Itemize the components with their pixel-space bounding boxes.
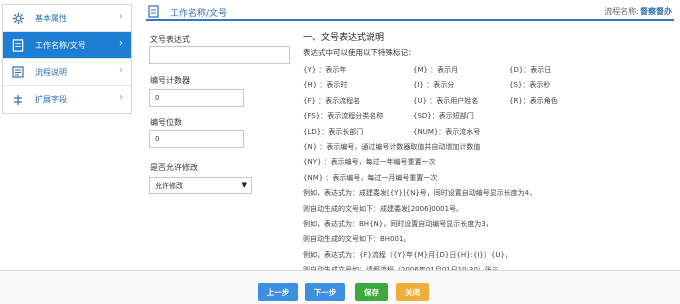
instruction-cell: {I} ：表示分 <box>413 81 455 90</box>
instruction-cell: {U} ：表示用户姓名 <box>413 96 479 105</box>
allow-edit-select[interactable]: 允许修改 ▼ <box>149 177 252 194</box>
instruction-cell: {NUM}：表示流水号 <box>413 127 481 136</box>
chevron-right-icon: › <box>119 92 123 103</box>
flow-name-display: 流程名称:督察督办 <box>604 6 672 17</box>
instruction-line: {NM} ：表示编号，每过一月编号重置一次 <box>303 173 438 182</box>
instruction-cell: {R}：表示角色 <box>509 96 558 105</box>
section-header: 工作名称/文号 流程名称:督察督办 <box>146 4 674 21</box>
split-icon <box>11 93 25 107</box>
sidebar-item-label: 工作名称/文号 <box>35 40 86 50</box>
instruction-line: 例如，表达式为：BH{N}，同时设置自动编号显示长度为3， <box>303 219 493 228</box>
chevron-right-icon: › <box>119 11 123 22</box>
sidebar: 基本属性 › 工作名称/文号 › 流程说明 › 扩展字段 › <box>2 4 132 114</box>
instruction-line: 则自动生成的文号如下：成建委发[2006]0001号。 <box>303 204 464 213</box>
prev-button[interactable]: 上一步 <box>258 283 298 301</box>
instruction-cell: {D}：表示日 <box>509 66 552 74</box>
expr-label: 文号表达式 <box>150 35 190 44</box>
instructions-heading: 一、文号表达式说明 <box>303 33 385 43</box>
doc-icon <box>148 5 159 18</box>
instruction-cell: {H} ：表示时 <box>303 81 348 90</box>
instruction-cell: {Y} ：表示年 <box>303 66 347 74</box>
flow-name-label: 流程名称: <box>604 7 639 16</box>
instruction-cell: {LD}：表示长部门 <box>303 127 364 136</box>
digits-label: 编号位数 <box>150 118 182 127</box>
instructions-panel: 一、文号表达式说明 表达式中可以使用以下特殊标记： {Y} ：表示年 {M} ：表… <box>303 30 675 278</box>
sidebar-item-label: 基本属性 <box>35 13 67 23</box>
expr-input[interactable] <box>149 46 290 64</box>
counter-label: 编号计数器 <box>150 76 190 85</box>
instruction-line: 例如，表达式为：成建委发[{Y}]{N}号，同时设置自动编号显示长度为4， <box>303 189 537 198</box>
page-title: 工作名称/文号 <box>170 9 228 19</box>
sidebar-item-basic-properties[interactable]: 基本属性 › <box>3 5 131 32</box>
sidebar-item-extension-fields[interactable]: 扩展字段 › <box>3 86 131 113</box>
instruction-line: 例如，表达式为：{F}流程（{Y}年{M}月{D}日{H}:{I}）{U}， <box>303 250 512 259</box>
flow-name-value: 督察督办 <box>640 7 672 16</box>
instruction-cell: {F} ：表示流程名 <box>303 96 361 105</box>
caret-down-icon: ▼ <box>241 181 247 189</box>
instruction-row: {Y} ：表示年 {M} ：表示月 {D}：表示日 <box>303 63 675 78</box>
instruction-cell: {FS}：表示流程分类名称 <box>303 112 384 121</box>
sidebar-item-work-name[interactable]: 工作名称/文号 › <box>3 32 131 59</box>
instruction-cell: {S}：表示秒 <box>509 81 551 90</box>
chevron-right-icon: › <box>119 38 123 49</box>
chevron-right-icon: › <box>119 65 123 76</box>
digits-input[interactable] <box>149 130 244 148</box>
gear-icon <box>11 11 25 25</box>
instruction-row: {FS}：表示流程分类名称 {SD}：表示短部门 <box>303 109 675 124</box>
instruction-row: {H} ：表示时 {I} ：表示分 {S}：表示秒 <box>303 78 675 93</box>
allow-edit-label: 是否允许修改 <box>150 163 198 172</box>
allow-edit-value: 允许修改 <box>155 181 183 190</box>
instructions-subheading: 表达式中可以使用以下特殊标记： <box>303 48 416 57</box>
sidebar-item-label: 流程说明 <box>35 67 67 77</box>
instruction-row: {LD}：表示长部门 {NUM}：表示流水号 <box>303 125 675 140</box>
footer-bar: 上一步 下一步 保存 关闭 <box>0 270 680 304</box>
doc-icon <box>11 38 25 52</box>
sidebar-item-label: 扩展字段 <box>35 95 67 104</box>
sidebar-item-flow-description[interactable]: 流程说明 › <box>3 59 131 86</box>
instruction-line: {N} ：表示编号，通过编号计数器取值并自动增加计数值 <box>303 142 481 151</box>
counter-input[interactable] <box>149 89 244 107</box>
instruction-cell: {SD}：表示短部门 <box>413 112 474 121</box>
instruction-line: 则自动生成的文号如下：BH001。 <box>303 235 411 244</box>
list-icon <box>11 65 25 79</box>
instruction-row: {F} ：表示流程名 {U} ：表示用户姓名 {R}：表示角色 <box>303 94 675 109</box>
instruction-cell: {M} ：表示月 <box>413 66 459 74</box>
instruction-line: {NY} ：表示编号，每过一年编号重置一次 <box>303 158 436 167</box>
next-button[interactable]: 下一步 <box>305 283 345 301</box>
close-button[interactable]: 关闭 <box>396 283 429 301</box>
save-button[interactable]: 保存 <box>355 283 388 301</box>
